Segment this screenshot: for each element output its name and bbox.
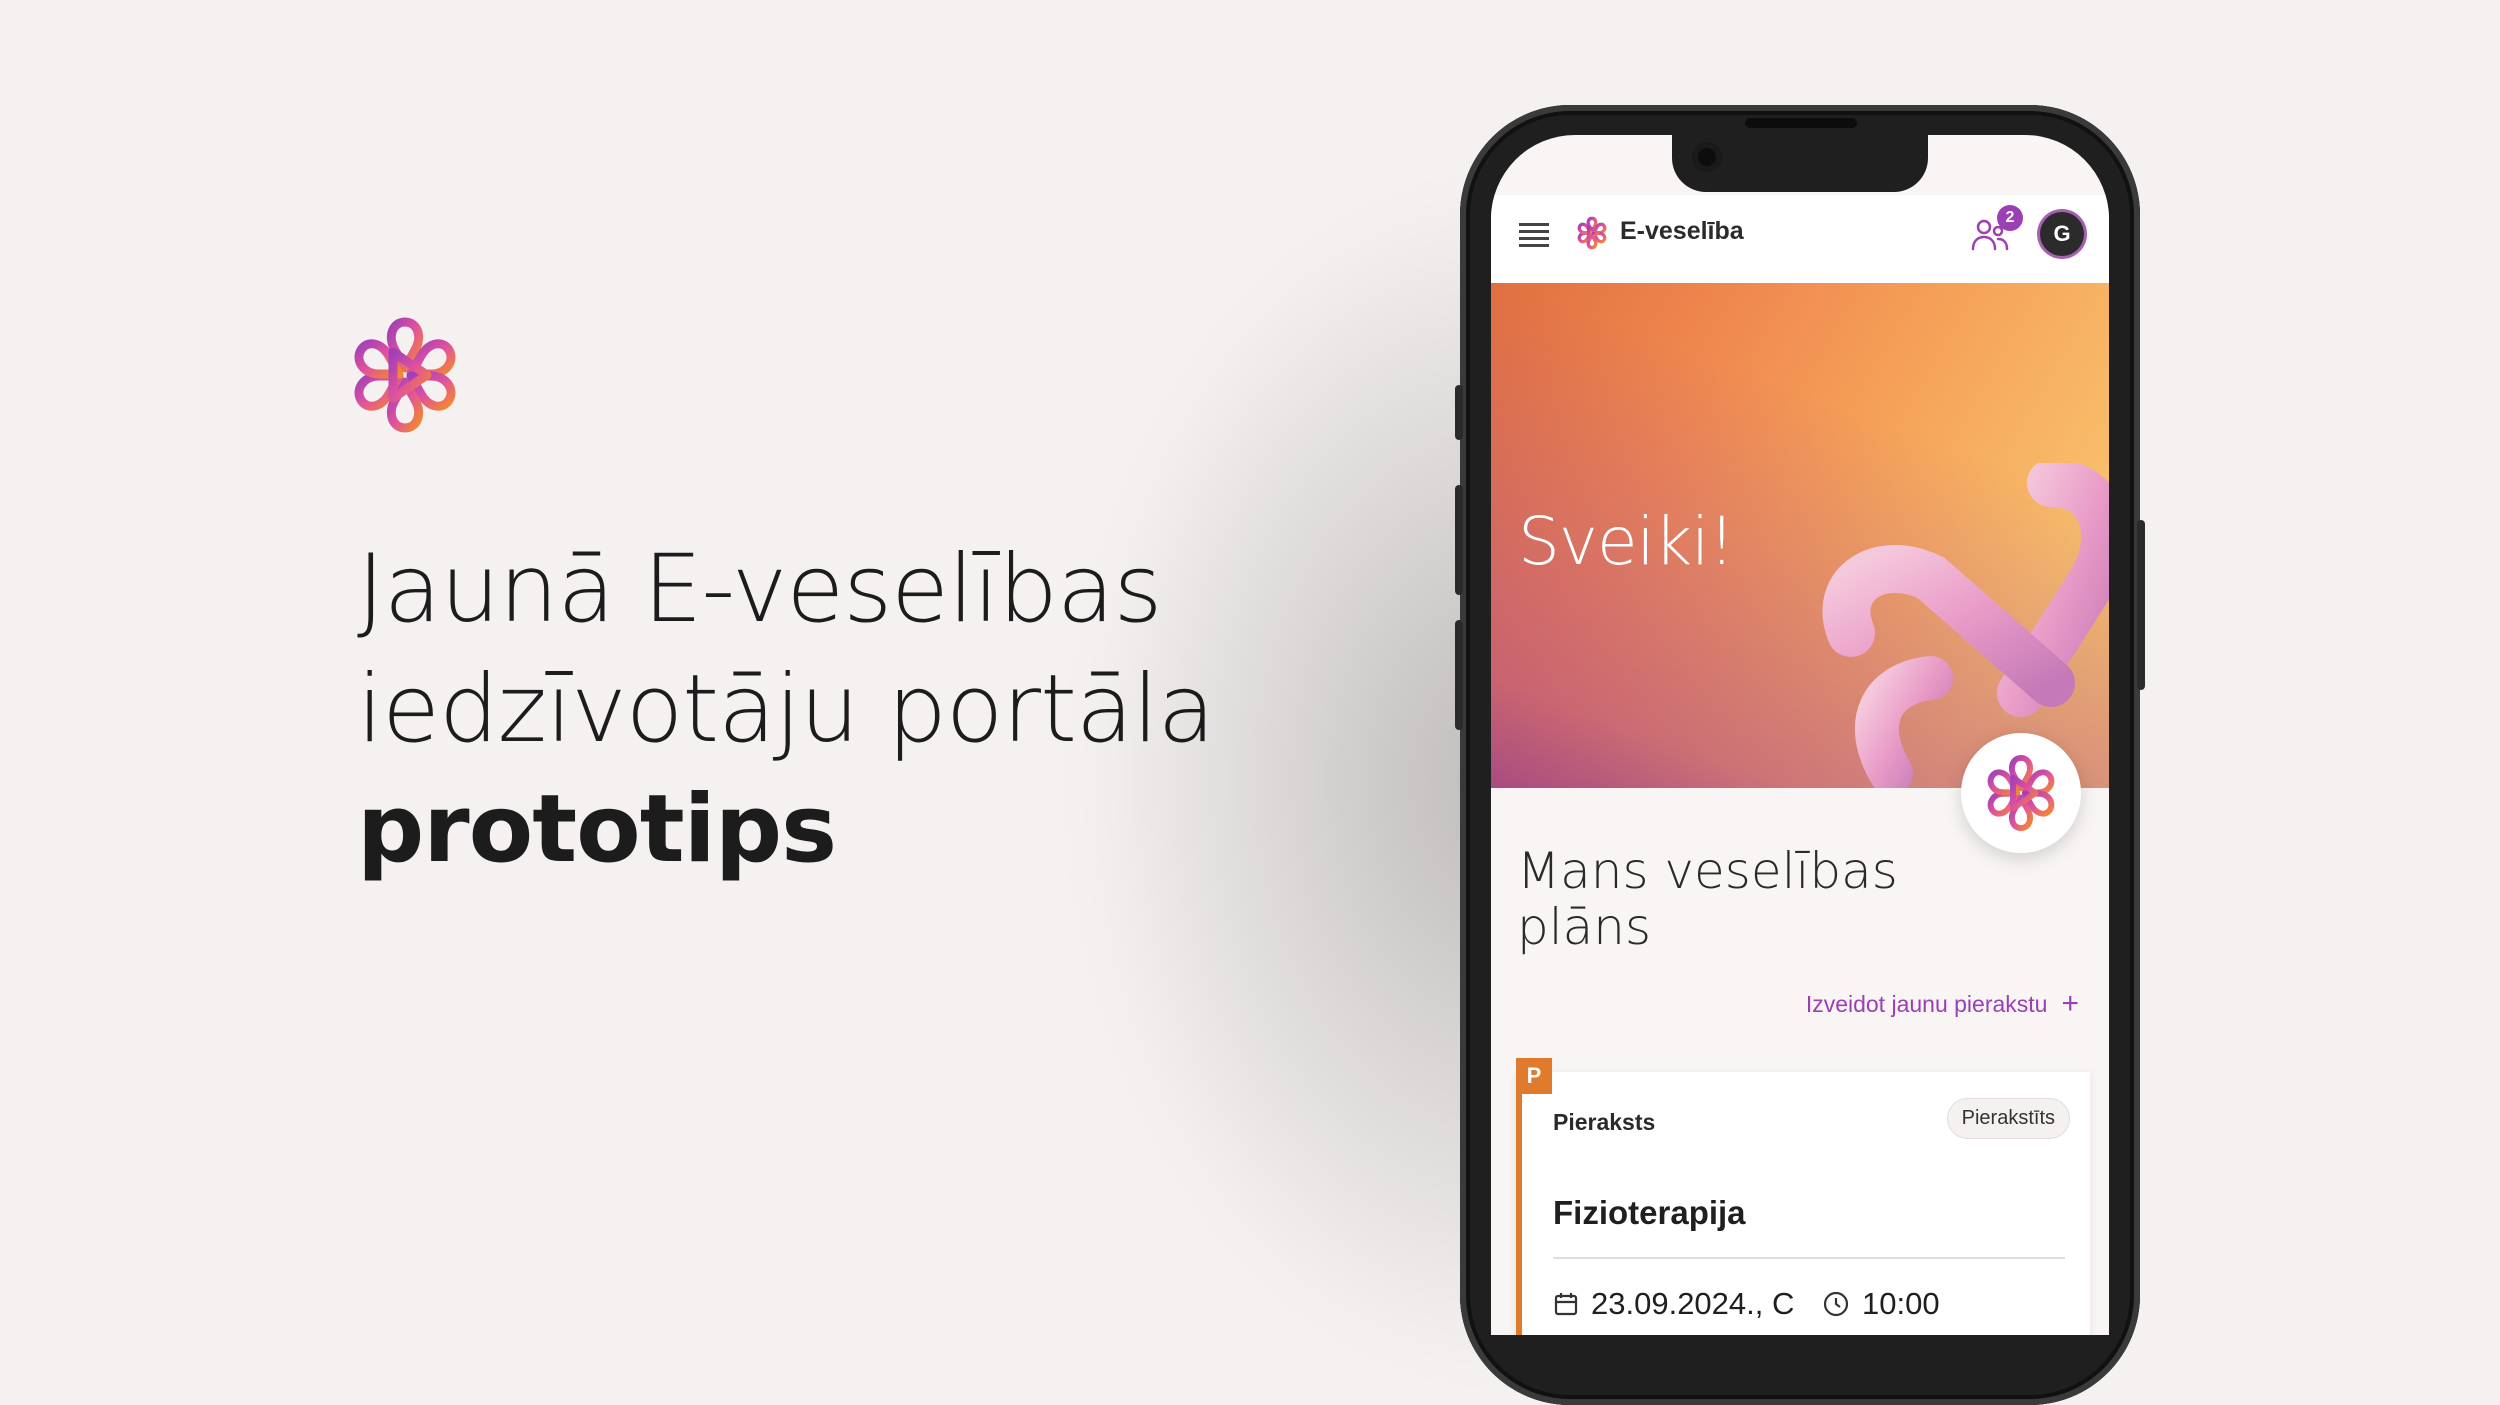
create-appointment-label: Izveidot jaunu pierakstu — [1805, 990, 2048, 1017]
side-button-mute — [1455, 385, 1463, 440]
card-date: 23.09.2024., C — [1553, 1286, 1794, 1322]
calendar-icon — [1554, 1293, 1578, 1316]
app-bar: E-veselība 2 G — [1491, 195, 2109, 283]
card-type-label: Pieraksts — [1553, 1109, 1656, 1135]
brand-logo-icon — [354, 317, 456, 433]
hamburger-icon[interactable] — [1519, 219, 1549, 249]
side-button-volume-up — [1455, 485, 1463, 595]
card-time: 10:00 — [1822, 1286, 1940, 1322]
hero-banner: Sveiki! — [1491, 283, 2109, 788]
card-type-tag: P — [1516, 1058, 1552, 1094]
hero-3d-logo-art — [1822, 463, 2109, 788]
phone-speaker — [1745, 118, 1857, 128]
phone-screen: E-veselība 2 G Sveiki! Mans veselības pl… — [1491, 135, 2109, 1335]
phone-camera — [1692, 142, 1722, 172]
status-badge: Pierakstīts — [1946, 1098, 2070, 1139]
create-appointment-link[interactable]: Izveidot jaunu pierakstu + — [1806, 987, 2079, 1021]
hero-greeting: Sveiki! — [1518, 503, 1735, 580]
notification-badge: 2 — [1997, 205, 2023, 231]
avatar[interactable]: G — [2040, 212, 2084, 256]
side-button-power — [2137, 520, 2145, 690]
app-logo-icon — [1577, 216, 1607, 250]
clock-icon — [1823, 1291, 1849, 1317]
card-time-text: 10:00 — [1862, 1286, 1940, 1321]
app-title: E-veselība — [1620, 217, 1744, 245]
appointment-card[interactable]: P Pieraksts Pierakstīts Fizioterapija 23… — [1516, 1058, 2090, 1335]
health-plan-title: Mans veselības plāns — [1517, 842, 1898, 956]
fab-logo-button[interactable] — [1961, 733, 2081, 853]
fab-logo-icon — [1987, 754, 2055, 832]
side-button-volume-down — [1455, 620, 1463, 730]
plus-icon: + — [2061, 987, 2079, 1020]
card-divider — [1553, 1257, 2065, 1259]
card-date-text: 23.09.2024., C — [1591, 1286, 1795, 1321]
card-service-name: Fizioterapija — [1553, 1194, 1746, 1231]
